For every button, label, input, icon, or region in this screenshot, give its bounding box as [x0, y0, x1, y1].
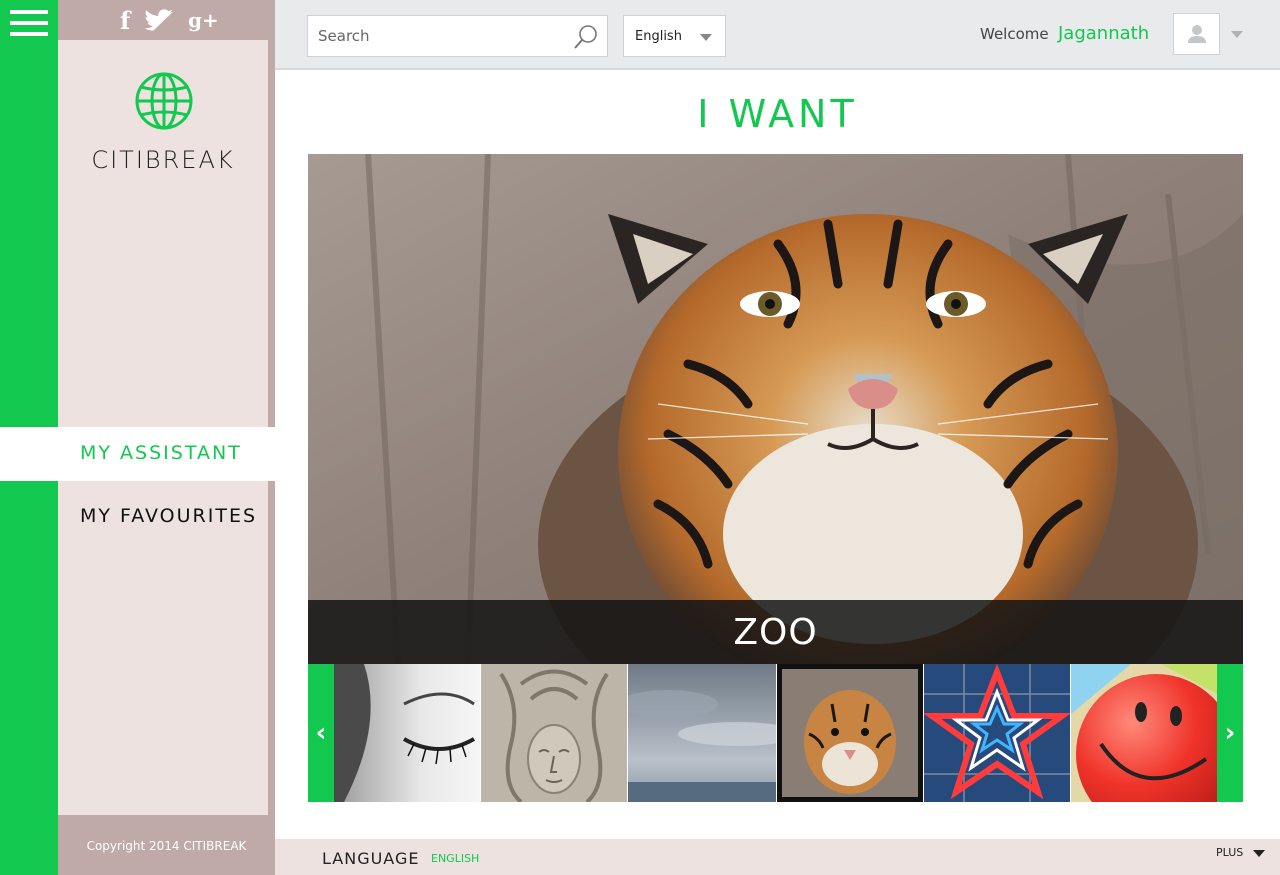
hero-image[interactable]: ZOO [308, 154, 1243, 664]
nav-item-my-favourites[interactable]: MY FAVOURITES [58, 500, 268, 534]
copyright-text: Copyright 2014 CITIBREAK [86, 839, 247, 853]
globe-icon [135, 72, 193, 130]
tiger-image [308, 154, 1243, 664]
footer-bar: LANGUAGE ENGLISH PLUS [275, 839, 1280, 875]
search-input[interactable] [318, 25, 558, 47]
user-icon [1188, 25, 1206, 43]
hero-caption: ZOO [308, 600, 1243, 664]
facebook-icon[interactable]: f [120, 6, 130, 35]
nav-item-label: MY FAVOURITES [80, 505, 258, 527]
account-menu-chevron-icon[interactable] [1231, 31, 1243, 38]
thumbnail-cloudy-sky[interactable] [628, 664, 776, 802]
footer-language-label: LANGUAGE [322, 849, 420, 868]
thumbnail-tiger[interactable] [777, 664, 923, 802]
username[interactable]: Jagannath [1058, 23, 1149, 44]
nav-item-my-assistant[interactable]: MY ASSISTANT [0, 427, 275, 481]
search-icon[interactable] [573, 24, 599, 50]
thumbnail-neon-star[interactable] [924, 664, 1070, 802]
top-header: English Welcome Jagannath [275, 0, 1280, 70]
search-box [307, 15, 608, 57]
language-select[interactable]: English [623, 15, 726, 57]
thumbnail-smiley[interactable] [1071, 664, 1217, 802]
brand-name: CITIBREAK [91, 146, 235, 174]
hero-caption-text: ZOO [733, 612, 818, 653]
plus-chevron-down-icon[interactable] [1253, 850, 1265, 857]
welcome-label: Welcome [980, 25, 1049, 43]
carousel-next-button[interactable]: › [1217, 664, 1243, 802]
nav-item-label: MY ASSISTANT [80, 442, 242, 464]
carousel-prev-button[interactable]: ‹ [308, 664, 334, 802]
plus-button[interactable]: PLUS [1216, 846, 1243, 859]
thumbnail-stone-face[interactable] [481, 664, 627, 802]
footer-language-value[interactable]: ENGLISH [431, 852, 479, 865]
menu-icon[interactable] [10, 10, 48, 38]
twitter-icon[interactable] [144, 9, 174, 35]
avatar[interactable] [1173, 13, 1220, 55]
social-bar: f g+ [58, 0, 275, 40]
thumbnail-eye[interactable] [334, 664, 480, 802]
copyright-bar: Copyright 2014 CITIBREAK [58, 815, 275, 875]
chevron-down-icon [700, 34, 712, 41]
thumbnail-carousel: ‹ › [308, 664, 1243, 802]
page-title: I WANT [697, 92, 858, 136]
language-select-value: English [635, 29, 682, 44]
google-plus-icon[interactable]: g+ [188, 8, 219, 32]
